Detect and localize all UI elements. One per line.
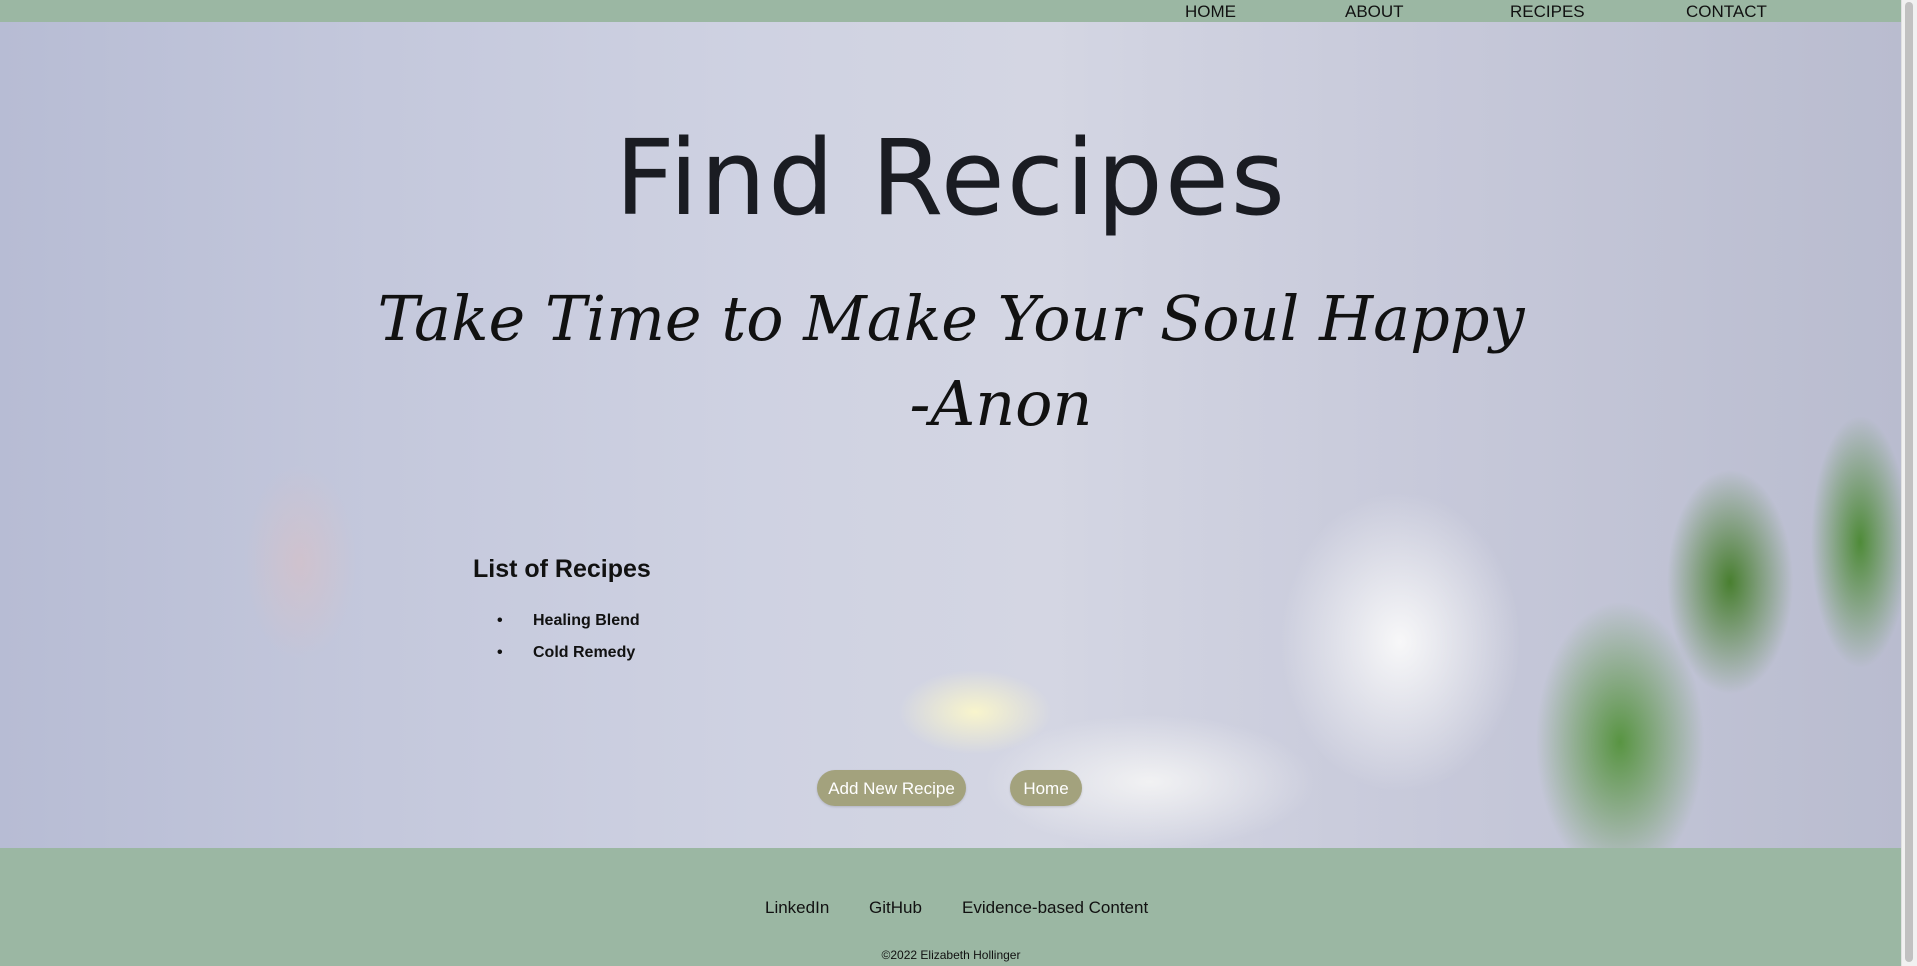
- nav-contact-link[interactable]: CONTACT: [1686, 2, 1767, 22]
- recipe-list: • Healing Blend • Cold Remedy: [497, 612, 640, 676]
- nav-recipes-link[interactable]: RECIPES: [1510, 2, 1585, 22]
- hero-section: Find Recipes Take Time to Make Your Soul…: [0, 22, 1902, 848]
- bullet-icon: •: [497, 612, 503, 629]
- footer: LinkedIn GitHub Evidence-based Content ©…: [0, 848, 1902, 966]
- recipe-item[interactable]: • Cold Remedy: [497, 644, 640, 676]
- add-new-recipe-button[interactable]: Add New Recipe: [817, 770, 966, 806]
- page-title: Find Recipes: [615, 117, 1287, 239]
- vertical-scrollbar[interactable]: [1901, 0, 1917, 966]
- recipe-item[interactable]: • Healing Blend: [497, 612, 640, 644]
- bullet-icon: •: [497, 644, 503, 661]
- recipe-item-label[interactable]: Healing Blend: [533, 612, 640, 629]
- recipe-item-label[interactable]: Cold Remedy: [533, 644, 635, 661]
- evidence-based-content-link[interactable]: Evidence-based Content: [962, 898, 1148, 918]
- home-button[interactable]: Home: [1010, 770, 1082, 806]
- top-nav: HOME ABOUT RECIPES CONTACT: [0, 0, 1902, 22]
- nav-home-link[interactable]: HOME: [1185, 2, 1236, 22]
- copyright-text: ©2022 Elizabeth Hollinger: [881, 948, 1021, 962]
- scrollbar-thumb[interactable]: [1905, 2, 1913, 962]
- linkedin-link[interactable]: LinkedIn: [765, 898, 829, 918]
- quote-author: -Anon: [909, 367, 1093, 440]
- recipes-heading: List of Recipes: [473, 555, 651, 583]
- nav-about-link[interactable]: ABOUT: [1345, 2, 1404, 22]
- github-link[interactable]: GitHub: [869, 898, 922, 918]
- quote-text: Take Time to Make Your Soul Happy: [377, 282, 1525, 355]
